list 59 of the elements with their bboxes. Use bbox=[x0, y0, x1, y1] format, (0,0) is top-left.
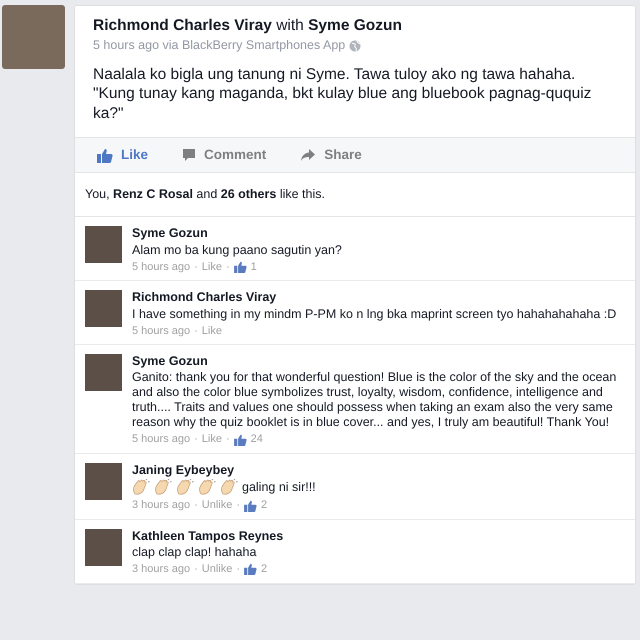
separator-dot: · bbox=[194, 432, 198, 447]
comment-text: clap clap clap! hahaha bbox=[132, 545, 258, 560]
profile-photo-placeholder bbox=[2, 5, 65, 69]
like-link[interactable]: Like bbox=[202, 432, 222, 447]
thumbs-up-icon bbox=[234, 260, 247, 273]
share-button[interactable]: Share bbox=[300, 145, 362, 166]
comment-button[interactable]: Comment bbox=[182, 145, 266, 166]
thumbs-up-icon bbox=[234, 434, 247, 446]
separator-dot: · bbox=[194, 260, 198, 274]
thumbs-up-icon bbox=[244, 563, 258, 576]
avatar-photo-placeholder bbox=[85, 462, 122, 500]
comment-timestamp: 3 hours ago bbox=[132, 562, 190, 577]
commenter-name[interactable]: Syme Gozun bbox=[132, 354, 625, 370]
avatar-photo-placeholder bbox=[85, 226, 122, 264]
post-text: Naalala ko bigla ung tanung ni Syme. Tawa tuloy ako ng tawa hahaha. "Kung tunay kang maganda, bkt kulay blue ang bluebook pagnag-ququiz ka?" bbox=[93, 64, 592, 124]
comment-timestamp: 5 hours ago bbox=[132, 260, 190, 274]
separator-dot: · bbox=[194, 562, 198, 577]
commenter-name[interactable]: Janing Eybeybey bbox=[132, 462, 316, 478]
like-link[interactable]: Like bbox=[202, 260, 222, 274]
commenter-name[interactable]: Richmond Charles Viray bbox=[132, 290, 616, 306]
separator-dot: · bbox=[226, 260, 230, 274]
avatar-photo-placeholder bbox=[85, 290, 122, 327]
post-author-line: Richmond Charles Viray with Syme Gozun bbox=[93, 16, 403, 36]
separator-dot: · bbox=[194, 498, 198, 513]
clapping-hands-icon bbox=[176, 479, 194, 496]
separator-dot: · bbox=[236, 562, 240, 577]
separator-dot: · bbox=[194, 324, 198, 338]
avatar-photo-placeholder bbox=[85, 528, 122, 566]
like-count: 24 bbox=[250, 432, 263, 447]
comment-text: galing ni sir!!! bbox=[242, 480, 316, 496]
clapping-hands-icon bbox=[132, 479, 150, 496]
commenter-name[interactable]: Kathleen Tampos Reynes bbox=[132, 528, 284, 544]
avatar-photo-placeholder bbox=[85, 354, 122, 391]
comment-timestamp: 5 hours ago bbox=[132, 432, 190, 447]
commenter-name[interactable]: Syme Gozun bbox=[132, 226, 342, 242]
clapping-hands-icon bbox=[154, 479, 172, 496]
separator-dot: · bbox=[236, 498, 240, 513]
like-button[interactable]: Like bbox=[97, 145, 148, 166]
comment-timestamp: 5 hours ago bbox=[132, 324, 190, 338]
comment-text: I have something in my mindm P-PM ko n lng bka maprint screen tyo hahahahahaha :D bbox=[132, 306, 616, 322]
comment-text: Alam mo ba kung paano sagutin yan? bbox=[132, 242, 342, 258]
comment-text: Ganito: thank you for that wonderful question! Blue is the color of the sky and the ocean and also the color blue symbolizes trust, loyalty, wisdom, confidence, intelligence and truth.... Traits and values one should possess when taking an exam also the very same reason why the quiz booklet is in blue cover... and yes, I truly am beautiful! Thank You! bbox=[132, 370, 618, 430]
like-count: 1 bbox=[250, 260, 257, 274]
arrow-icon bbox=[300, 148, 316, 162]
speech-bubble-icon bbox=[182, 148, 196, 162]
like-count: 2 bbox=[261, 498, 268, 513]
like-link[interactable]: Unlike bbox=[202, 562, 232, 577]
like-link[interactable]: Like bbox=[202, 324, 222, 338]
thumbs-up-icon bbox=[97, 148, 113, 163]
thumbs-up-icon bbox=[244, 500, 258, 512]
separator-dot: · bbox=[226, 432, 230, 447]
like-link[interactable]: Unlike bbox=[202, 498, 232, 513]
clapping-hands-icon bbox=[198, 479, 216, 496]
clapping-hands-icon bbox=[220, 479, 238, 496]
comment-timestamp: 3 hours ago bbox=[132, 498, 190, 513]
post-timestamp: 5 hours ago via BlackBerry Smartphones App bbox=[93, 37, 346, 54]
like-count: 2 bbox=[261, 562, 268, 577]
globe-icon bbox=[349, 40, 362, 52]
likes-summary: You, Renz C Rosal and 26 others like this. bbox=[75, 173, 635, 218]
